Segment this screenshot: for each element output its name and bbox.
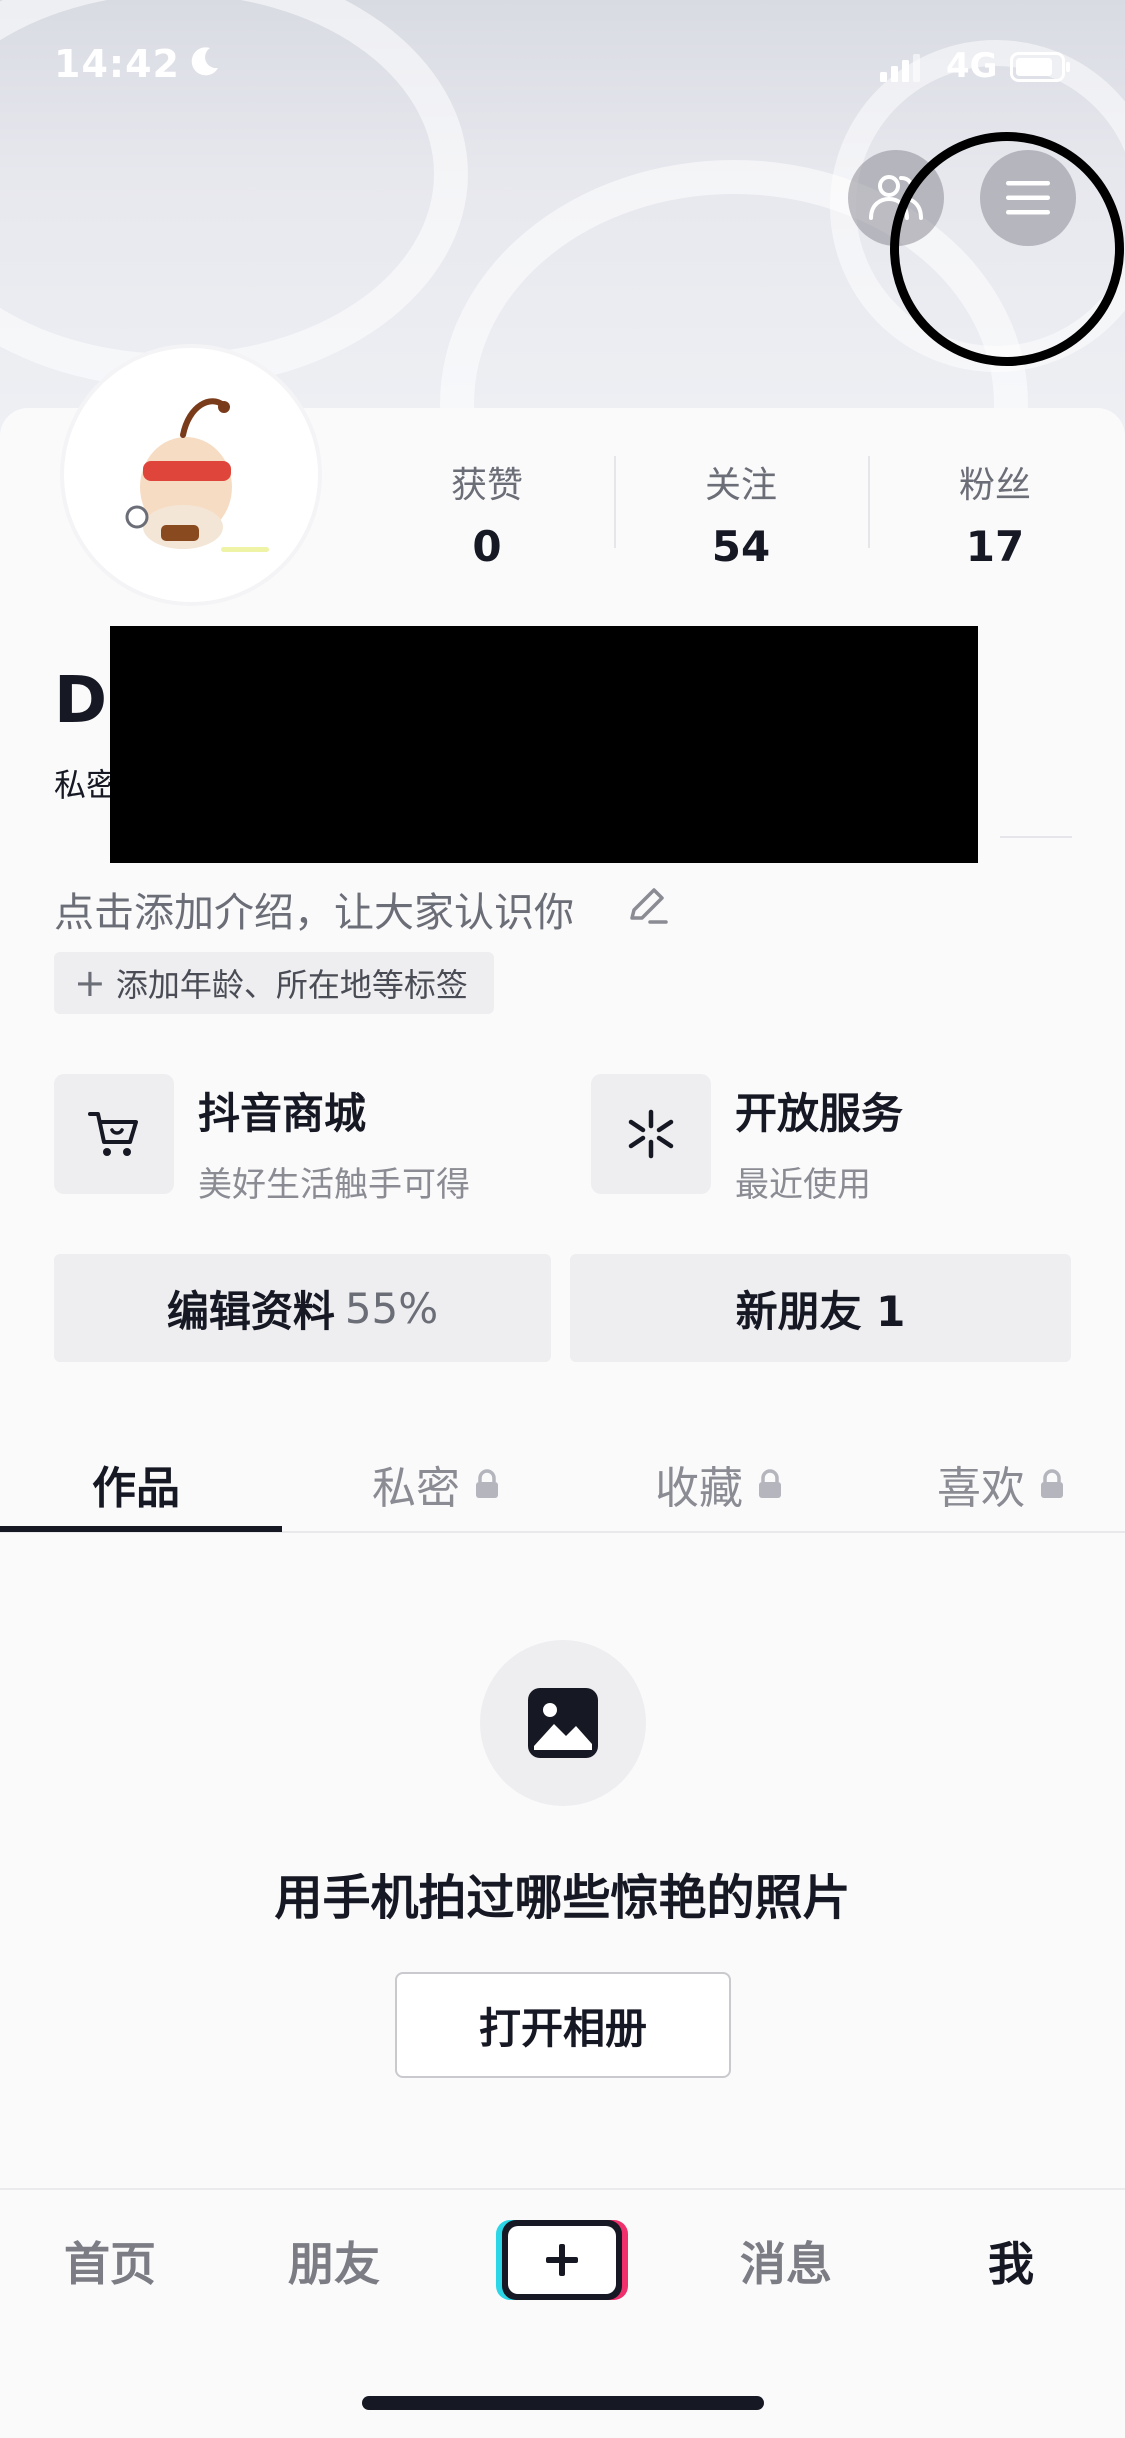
lock-icon (1041, 1469, 1063, 1498)
sparkle-icon (628, 1109, 674, 1159)
moon-icon (191, 47, 218, 76)
divider (1000, 836, 1072, 838)
tab-private[interactable]: 私密 (372, 1440, 500, 1528)
avatar-illustration (125, 398, 269, 552)
stat-following-value: 54 (711, 522, 771, 571)
redaction-block (110, 626, 978, 863)
bio-prompt[interactable]: 点击添加介绍，让大家认识你 (54, 880, 574, 938)
stat-following-label: 关注 (704, 465, 777, 506)
stat-likes[interactable]: 获赞 0 (392, 456, 582, 571)
active-tab-indicator (0, 1526, 282, 1532)
mall-service-subtitle: 美好生活触手可得 (198, 1165, 470, 1205)
nav-friends[interactable]: 朋友 (288, 2228, 380, 2294)
stat-fans-label: 粉丝 (958, 465, 1031, 506)
open-album-button[interactable]: 打开相册 (395, 1972, 731, 2078)
tab-private-label: 私密 (372, 1463, 460, 1514)
lock-icon (476, 1469, 498, 1498)
stat-fans[interactable]: 粉丝 17 (900, 456, 1090, 571)
tab-collections[interactable]: 收藏 (655, 1440, 783, 1528)
edit-profile-label: 编辑资料 (166, 1286, 335, 1336)
nav-home[interactable]: 首页 (64, 2228, 156, 2294)
open-service-subtitle: 最近使用 (735, 1165, 871, 1205)
image-icon (528, 1688, 598, 1758)
open-service-title: 开放服务 (735, 1089, 904, 1138)
shopping-cart-icon (88, 1112, 138, 1156)
mall-service-title: 抖音商城 (198, 1089, 367, 1138)
pencil-icon[interactable] (624, 882, 672, 930)
stat-divider (868, 456, 870, 548)
avatar[interactable] (60, 344, 322, 606)
stat-following[interactable]: 关注 54 (646, 456, 836, 571)
network-label: 4G (946, 46, 998, 86)
profile-completion: 55% (344, 1283, 439, 1333)
highlight-annotation-circle (890, 132, 1124, 366)
stat-divider (614, 456, 616, 548)
tab-works-label: 作品 (92, 1463, 180, 1514)
mall-service[interactable]: 抖音商城 美好生活触手可得 (198, 1080, 470, 1206)
empty-state-icon (480, 1640, 646, 1806)
new-friends-button[interactable]: 新朋友 1 (570, 1254, 1071, 1362)
add-tags-chip[interactable]: + 添加年龄、所在地等标签 (54, 952, 494, 1014)
empty-state-text: 用手机拍过哪些惊艳的照片 (274, 1870, 851, 1926)
battery-icon (1010, 52, 1070, 82)
stat-likes-label: 获赞 (450, 465, 523, 506)
open-service-icon-box[interactable] (591, 1074, 711, 1194)
tab-likes-label: 喜欢 (937, 1463, 1025, 1514)
tab-likes[interactable]: 喜欢 (937, 1440, 1065, 1528)
stat-fans-value: 17 (965, 522, 1025, 571)
plus-icon: + (74, 961, 106, 1005)
status-time: 14:42 (54, 42, 180, 86)
nav-me[interactable]: 我 (988, 2228, 1034, 2294)
tab-collections-label: 收藏 (655, 1463, 743, 1514)
stat-likes-value: 0 (472, 522, 502, 571)
lock-icon (759, 1469, 781, 1498)
add-tags-label: 添加年龄、所在地等标签 (115, 966, 468, 1004)
plus-icon (546, 2244, 578, 2276)
mall-service-icon-box[interactable] (54, 1074, 174, 1194)
create-post-button[interactable] (496, 2220, 628, 2300)
open-service[interactable]: 开放服务 最近使用 (735, 1080, 903, 1206)
edit-profile-button[interactable]: 编辑资料 55% (54, 1254, 551, 1362)
signal-icon (880, 54, 920, 82)
home-indicator (362, 2396, 764, 2410)
nav-messages[interactable]: 消息 (740, 2228, 832, 2294)
account-privacy-label: 私密 (54, 766, 119, 804)
tab-works[interactable]: 作品 (92, 1440, 180, 1528)
